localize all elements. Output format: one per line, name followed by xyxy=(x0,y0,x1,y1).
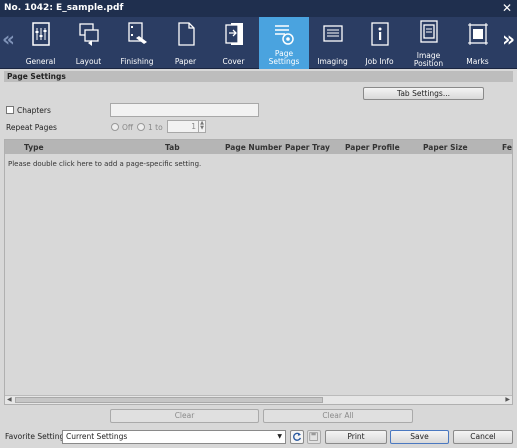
favorite-setting-select[interactable]: Current Settings ▼ xyxy=(62,430,286,444)
tab-marks[interactable]: Marks xyxy=(456,17,499,69)
window-title: No. 1042: E_sample.pdf xyxy=(4,3,124,13)
tab-label: Imaging xyxy=(317,57,348,66)
tab-imaging[interactable]: Imaging xyxy=(311,17,354,69)
favorite-setting-label: Favorite Setting xyxy=(5,432,65,441)
cover-icon xyxy=(223,22,245,46)
tab-general[interactable]: General xyxy=(19,17,62,69)
stepper-arrows-icon[interactable]: ▲ ▼ xyxy=(198,121,205,132)
chapters-field[interactable] xyxy=(110,103,259,117)
scrollbar-thumb[interactable] xyxy=(15,397,323,403)
repeat-pages-stepper[interactable]: 1 ▲ ▼ xyxy=(167,120,206,133)
job-info-icon xyxy=(369,22,391,46)
column-header[interactable]: Type xyxy=(24,143,44,152)
chevron-down-icon: ▼ xyxy=(277,433,282,440)
print-button[interactable]: Print xyxy=(325,430,387,444)
tab-label: Job Info xyxy=(365,57,394,66)
column-header[interactable]: Paper Tray xyxy=(285,143,330,152)
scroll-right-icon[interactable]: » xyxy=(502,29,515,49)
page-settings-icon xyxy=(273,22,295,46)
tab-label: Layout xyxy=(75,57,102,66)
imaging-icon xyxy=(322,22,344,46)
refresh-icon xyxy=(293,432,302,441)
repeat-pages-label: Repeat Pages xyxy=(6,123,57,132)
clear-button[interactable]: Clear xyxy=(110,409,259,423)
save-favorite-button[interactable] xyxy=(307,430,321,444)
tab-page-settings[interactable]: Page Settings xyxy=(259,17,309,69)
tab-label: Cover xyxy=(222,57,245,66)
empty-grid-message[interactable]: Please double click here to add a page-s… xyxy=(8,160,201,168)
tab-layout[interactable]: Layout xyxy=(67,17,110,69)
grid-header: Type Tab Page Number Paper Tray Paper Pr… xyxy=(5,140,512,154)
scroll-left-arrow-icon[interactable]: ◀ xyxy=(7,396,12,403)
floppy-disk-icon xyxy=(309,432,318,441)
footer-bar: Favorite Setting Current Settings ▼ Prin… xyxy=(0,427,517,448)
chapters-label: Chapters xyxy=(17,106,51,115)
column-header[interactable]: Tab xyxy=(165,143,180,152)
repeat-off-radio[interactable] xyxy=(111,123,119,131)
general-icon xyxy=(30,22,52,46)
tab-label: Marks xyxy=(466,57,489,66)
chapters-checkbox[interactable] xyxy=(6,106,14,114)
save-button[interactable]: Save xyxy=(390,430,449,444)
tab-image-position[interactable]: Image Position xyxy=(405,17,452,69)
finishing-icon xyxy=(126,22,148,46)
repeat-1to-label: 1 to xyxy=(148,123,163,132)
column-header[interactable]: Paper Profile xyxy=(345,143,400,152)
settings-toolbar: « General Layout Finishing Paper Cover P xyxy=(0,17,517,69)
close-icon[interactable]: ✕ xyxy=(502,1,512,15)
refresh-button[interactable] xyxy=(290,430,304,444)
tab-settings-button[interactable]: Tab Settings... xyxy=(363,87,484,100)
tab-cover[interactable]: Cover xyxy=(212,17,255,69)
clear-all-button[interactable]: Clear All xyxy=(263,409,413,423)
paper-icon xyxy=(175,22,197,46)
repeat-1to-radio[interactable] xyxy=(137,123,145,131)
cancel-button[interactable]: Cancel xyxy=(453,430,513,444)
tab-label: General xyxy=(25,57,56,66)
title-bar: No. 1042: E_sample.pdf ✕ xyxy=(0,0,517,17)
tab-label: Finishing xyxy=(120,57,154,66)
repeat-value: 1 xyxy=(191,122,196,131)
marks-icon xyxy=(467,22,489,46)
column-header[interactable]: Page Number xyxy=(225,143,282,152)
tab-label: Image Position xyxy=(413,51,444,68)
page-settings-grid[interactable]: Type Tab Page Number Paper Tray Paper Pr… xyxy=(4,139,513,405)
scroll-left-icon[interactable]: « xyxy=(2,29,15,49)
section-header: Page Settings xyxy=(4,71,513,82)
tab-job-info[interactable]: Job Info xyxy=(358,17,401,69)
horizontal-scrollbar[interactable]: ◀ ▶ xyxy=(5,395,512,404)
tab-paper[interactable]: Paper xyxy=(164,17,207,69)
tab-finishing[interactable]: Finishing xyxy=(114,17,160,69)
column-header[interactable]: Paper Size xyxy=(423,143,468,152)
tab-label: Page Settings xyxy=(268,49,300,66)
tab-label: Paper xyxy=(174,57,197,66)
repeat-off-label: Off xyxy=(122,123,134,132)
column-header[interactable]: Fee xyxy=(502,143,512,152)
image-position-icon xyxy=(418,20,440,44)
favorite-setting-value: Current Settings xyxy=(66,432,128,441)
layout-icon xyxy=(78,22,100,46)
scroll-right-arrow-icon[interactable]: ▶ xyxy=(505,396,510,403)
